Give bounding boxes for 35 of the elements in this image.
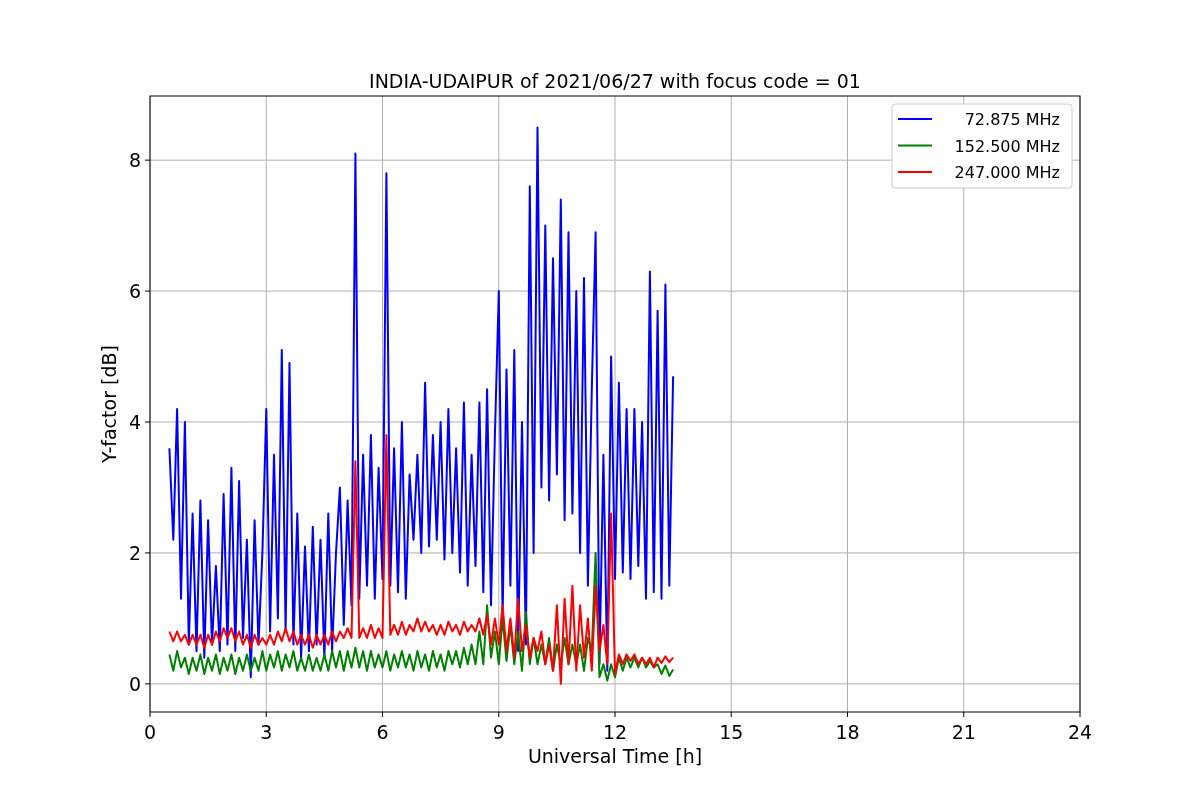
tick-mark	[730, 711, 732, 718]
tick-mark	[1079, 711, 1081, 718]
tick-label: 2	[128, 541, 141, 564]
tick-mark	[144, 159, 151, 161]
legend-label: 152.500 MHz	[954, 136, 1060, 156]
tick-label: 21	[951, 721, 976, 743]
legend-label: 72.875 MHz	[964, 110, 1060, 129]
tick-mark	[149, 711, 151, 718]
tick-mark	[614, 711, 616, 718]
tick-label: 15	[719, 721, 744, 743]
y-axis-label: Y-factor [dB]	[98, 345, 120, 463]
tick-mark	[265, 711, 267, 718]
tick-label: 6	[376, 721, 389, 743]
tick-label: 0	[128, 672, 141, 695]
tick-mark	[144, 552, 151, 554]
tick-mark	[144, 290, 151, 292]
tick-mark	[144, 683, 151, 685]
legend-swatch	[897, 144, 933, 147]
tick-label: 4	[128, 411, 141, 433]
chart-title: INDIA-UDAIPUR of 2021/06/27 with focus code = 01	[369, 70, 861, 92]
tick-label: 18	[835, 721, 860, 743]
tick-mark	[144, 421, 151, 423]
tick-label: 12	[602, 721, 628, 743]
tick-mark	[498, 711, 500, 718]
tick-mark	[847, 711, 848, 718]
tick-label: 8	[128, 149, 141, 172]
tick-label: 6	[128, 280, 141, 303]
tick-label: 24	[1067, 721, 1093, 743]
tick-mark	[963, 711, 965, 718]
tick-label: 3	[260, 721, 273, 743]
tick-mark	[382, 711, 383, 718]
tick-label: 0	[143, 721, 157, 743]
tick-label: 9	[492, 721, 505, 743]
legend-label: 247.000 MHz	[954, 163, 1060, 182]
x-axis-label: Universal Time [h]	[527, 745, 703, 767]
